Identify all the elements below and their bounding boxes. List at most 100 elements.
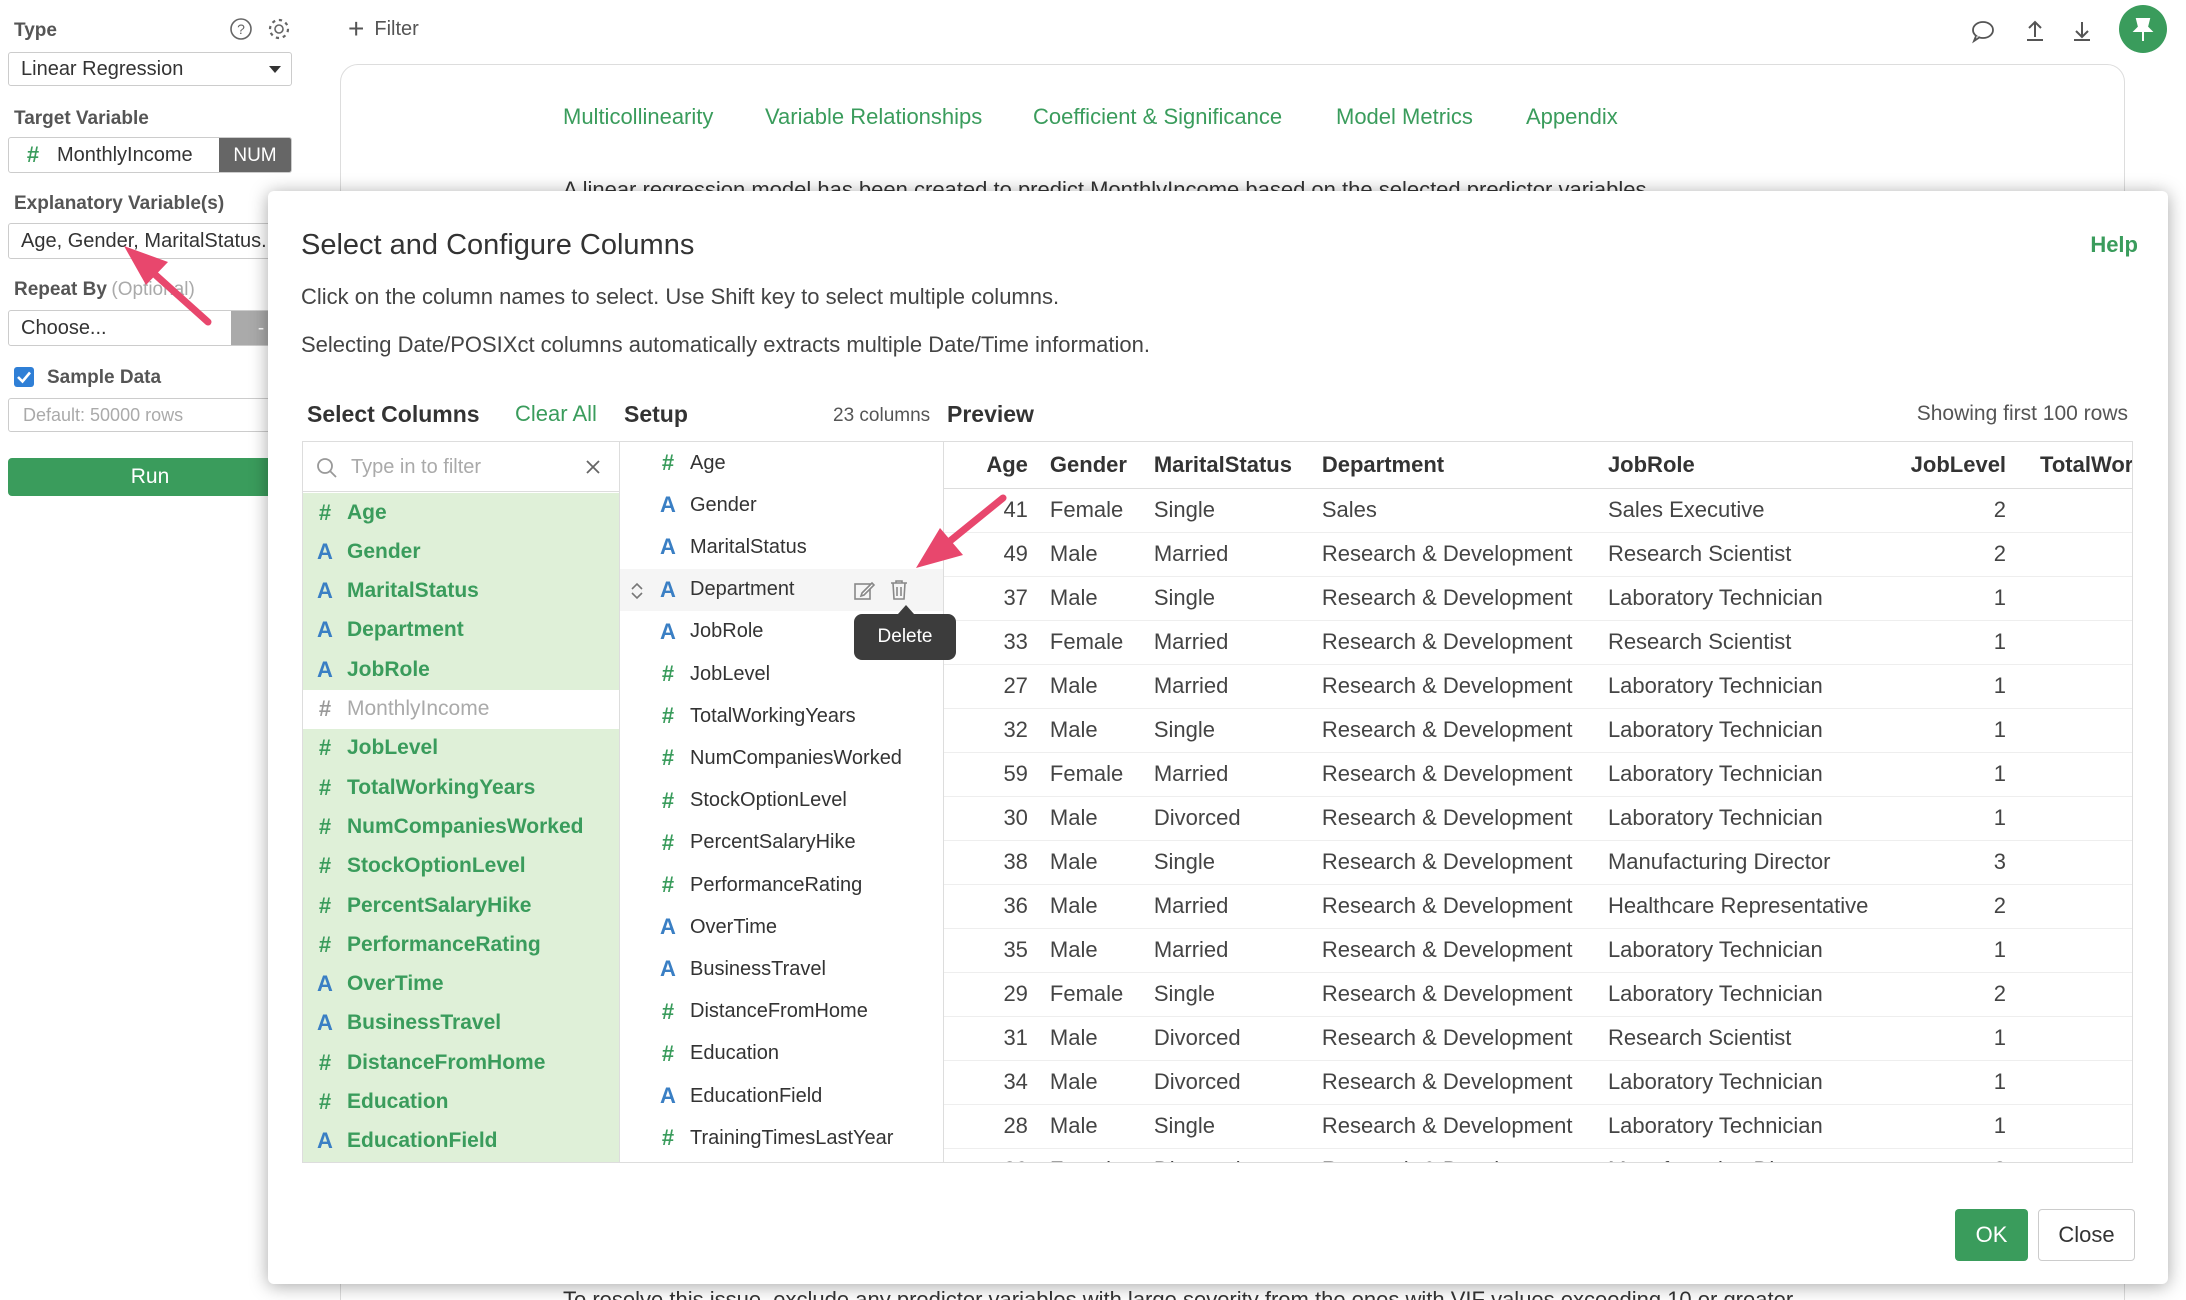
setup-column-name: BusinessTravel [690,957,826,980]
preview-column-header[interactable]: Department [1299,442,1586,489]
setup-list-item[interactable]: # Education [620,1033,943,1075]
numeric-type-icon: # [661,703,675,729]
column-list-item[interactable]: # TotalWorkingYears [303,768,619,807]
select-columns-list: Type in to filter # Age A Gender A MaritalSta… [302,441,620,1163]
setup-list-item[interactable]: # PerformanceRating [620,864,943,906]
preview-cell: Research & Development [1299,928,1586,973]
tab-appendix[interactable]: Appendix [1526,104,1618,130]
setup-list-item[interactable]: A EducationField [620,1075,943,1117]
preview-cell [2018,972,2132,1017]
setup-list-item[interactable]: # TrainingTimesLastYear [620,1117,943,1159]
column-list-item[interactable]: A Department [303,611,619,650]
setup-list-item[interactable]: A Gender [620,484,943,526]
column-list-item[interactable]: # StockOptionLevel [303,847,619,886]
trash-icon[interactable] [888,578,910,602]
column-list-item[interactable]: # MonthlyIncome [303,689,619,729]
preview-cell: 33 [944,620,1028,665]
numeric-type-icon: # [318,1049,332,1075]
column-list-item[interactable]: # JobLevel [303,729,619,768]
type-select[interactable]: Linear Regression [8,52,292,86]
repeat-by-value: Choose... [21,316,107,339]
column-list-item[interactable]: A Gender [303,532,619,571]
close-button[interactable]: Close [2038,1209,2135,1261]
help-icon[interactable]: ? [229,17,253,41]
column-list-item[interactable]: # Education [303,1083,619,1122]
preview-cell: 1 [1882,576,2019,621]
preview-cell: Single [1131,488,1300,533]
ok-button[interactable]: OK [1955,1209,2028,1261]
preview-cell: 30 [944,796,1028,841]
setup-list-item[interactable]: # Age [620,442,943,484]
column-list-item[interactable]: A EducationField [303,1122,619,1161]
setup-column-name: NumCompaniesWorked [690,746,902,769]
setup-list-item[interactable]: # DistanceFromHome [620,991,943,1033]
preview-cell: Manufacturing Director [1585,1148,1883,1162]
tab-variable-relationships[interactable]: Variable Relationships [765,104,982,130]
numeric-type-icon: # [318,774,332,800]
upload-icon[interactable] [2022,18,2048,44]
download-icon[interactable] [2069,18,2095,44]
column-list-item[interactable]: A MaritalStatus [303,572,619,611]
preview-cell: Laboratory Technician [1585,972,1883,1017]
edit-icon[interactable] [852,579,876,603]
clear-all-link[interactable]: Clear All [515,401,597,427]
string-type-icon: A [660,1083,676,1108]
column-list-item[interactable]: # PercentSalaryHike [303,886,619,925]
gear-icon[interactable] [267,17,291,41]
add-filter-button[interactable]: + Filter [348,15,419,43]
setup-list-item[interactable]: A OverTime [620,906,943,948]
target-variable-field[interactable]: # MonthlyIncome NUM [8,137,292,173]
run-button[interactable]: Run [8,458,292,496]
explanatory-variables-field[interactable]: Age, Gender, MaritalStatus... [8,223,292,259]
column-name: PercentSalaryHike [347,893,532,917]
preview-cell: Laboratory Technician [1585,576,1883,621]
column-name: TotalWorkingYears [347,775,536,799]
preview-column-header[interactable]: Age [944,442,1028,489]
column-list-item[interactable]: A OverTime [303,965,619,1004]
preview-column-header[interactable]: Gender [1027,442,1132,489]
sample-data-checkbox[interactable] [14,367,34,387]
preview-column-header[interactable]: TotalWor [2018,442,2132,489]
preview-cell: Research & Development [1299,532,1586,577]
preview-column-header[interactable]: JobLevel [1882,442,2019,489]
preview-cell: 31 [944,1016,1028,1061]
preview-header-row: Age Gender MaritalStatus Department JobRole J… [944,442,2132,489]
column-list-item[interactable]: # DistanceFromHome [303,1043,619,1082]
column-list-item[interactable]: A BusinessTravel [303,1004,619,1043]
setup-items: # Age A Gender A MaritalStatus A Department A Job… [620,442,943,1162]
setup-list-item[interactable]: # NumCompaniesWorked [620,737,943,779]
drag-handle-icon[interactable] [630,581,644,601]
preview-cell: Married [1131,928,1300,973]
column-list-item[interactable]: # PerformanceRating [303,925,619,964]
column-list-item[interactable]: # NumCompaniesWorked [303,807,619,846]
setup-heading: Setup [624,401,688,427]
preview-cell: Research & Development [1299,1148,1586,1162]
help-link[interactable]: Help [2090,232,2138,258]
sample-size-input[interactable]: Default: 50000 rows [8,398,292,432]
sample-size-placeholder: Default: 50000 rows [23,404,184,425]
preview-cell: Research & Development [1299,1060,1586,1105]
preview-cell: Healthcare Representative [1585,884,1883,929]
setup-list-item[interactable]: A MaritalStatus [620,526,943,568]
close-icon[interactable] [585,459,601,475]
column-filter-input[interactable]: Type in to filter [303,442,619,492]
preview-column-header[interactable]: JobRole [1585,442,1883,489]
preview-column-header[interactable]: MaritalStatus [1131,442,1300,489]
preview-cell: Research & Development [1299,708,1586,753]
column-list-item[interactable]: # Age [303,493,619,532]
pin-icon[interactable] [2119,5,2167,53]
setup-list-item[interactable]: # TotalWorkingYears [620,695,943,737]
tab-coefficient-significance[interactable]: Coefficient & Significance [1033,104,1282,130]
tab-multicollinearity[interactable]: Multicollinearity [563,104,713,130]
setup-list-item[interactable]: A Department [620,568,943,611]
repeat-by-select[interactable]: Choose... - [8,310,292,346]
comment-icon[interactable] [1970,18,1996,44]
chevron-down-icon [269,66,281,73]
preview-cell: Divorced [1131,796,1300,841]
tab-model-metrics[interactable]: Model Metrics [1336,104,1473,130]
setup-list-item[interactable]: # StockOptionLevel [620,780,943,822]
setup-list-item[interactable]: # PercentSalaryHike [620,822,943,864]
column-list-item[interactable]: A JobRole [303,650,619,689]
setup-list-item[interactable]: A BusinessTravel [620,948,943,990]
preview-cell [2018,708,2132,753]
